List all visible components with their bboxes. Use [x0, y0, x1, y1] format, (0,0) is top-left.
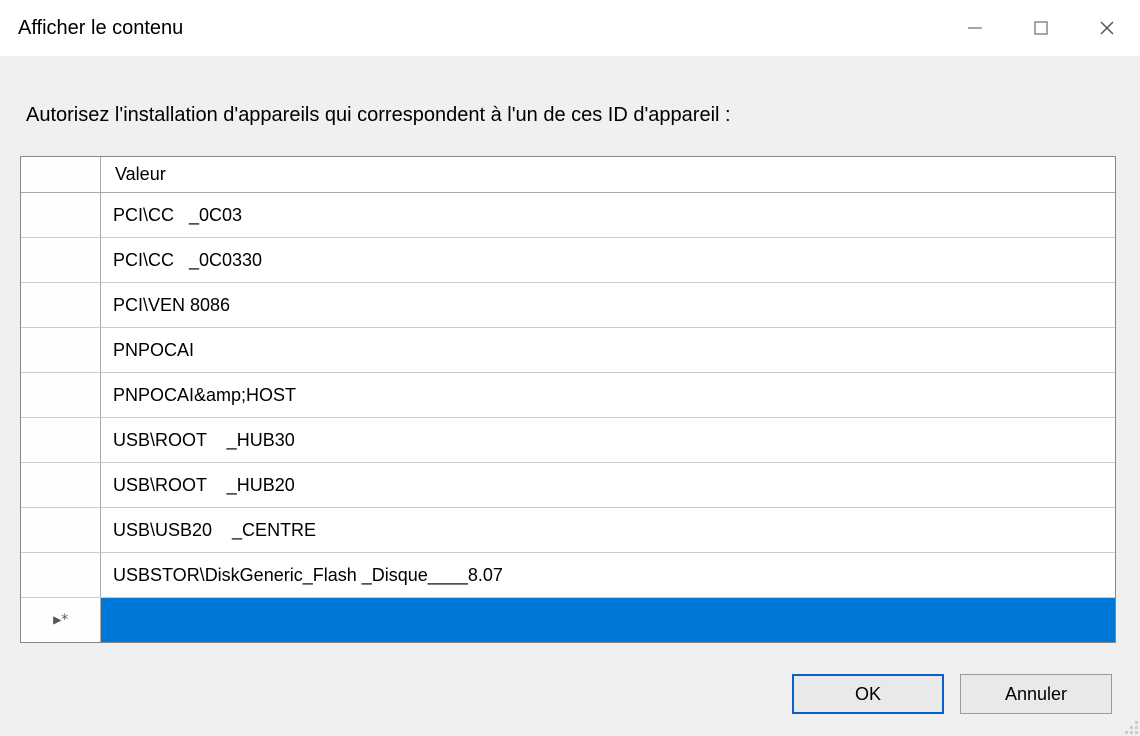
dialog-buttons: OK Annuler	[792, 674, 1112, 714]
row-header[interactable]	[21, 373, 101, 417]
titlebar: Afficher le contenu	[0, 0, 1140, 56]
column-header-value[interactable]: Valeur	[101, 157, 1115, 192]
instruction-text: Autorisez l'installation d'appareils qui…	[26, 104, 731, 127]
cancel-button[interactable]: Annuler	[960, 674, 1112, 714]
value-cell[interactable]: PNPOCAI	[101, 328, 1115, 372]
table-row[interactable]: USB\USB20 _CENTRE	[21, 508, 1115, 553]
grid-corner-cell[interactable]	[21, 157, 101, 192]
ok-button[interactable]: OK	[792, 674, 944, 714]
row-header[interactable]	[21, 328, 101, 372]
new-row-header[interactable]: ▶*	[21, 598, 101, 642]
new-row-input[interactable]	[101, 598, 1115, 642]
value-cell[interactable]: PCI\CC _0C0330	[101, 238, 1115, 282]
table-row[interactable]: PCI\VEN 8086	[21, 283, 1115, 328]
client-area: Autorisez l'installation d'appareils qui…	[0, 56, 1140, 736]
window-buttons	[942, 0, 1140, 56]
row-header[interactable]	[21, 553, 101, 597]
new-row[interactable]: ▶*	[21, 598, 1115, 642]
table-row[interactable]: PNPOCAI	[21, 328, 1115, 373]
close-button[interactable]	[1074, 0, 1140, 56]
table-row[interactable]: USB\ROOT _HUB20	[21, 463, 1115, 508]
value-cell[interactable]: USB\USB20 _CENTRE	[101, 508, 1115, 552]
value-cell[interactable]: USB\ROOT _HUB20	[101, 463, 1115, 507]
row-header[interactable]	[21, 193, 101, 237]
row-header[interactable]	[21, 508, 101, 552]
maximize-icon	[1032, 19, 1050, 37]
value-cell[interactable]: USB\ROOT _HUB30	[101, 418, 1115, 462]
table-row[interactable]: PCI\CC _0C0330	[21, 238, 1115, 283]
maximize-button[interactable]	[1008, 0, 1074, 56]
window-title: Afficher le contenu	[18, 17, 183, 40]
table-row[interactable]: PCI\CC _0C03	[21, 193, 1115, 238]
device-id-grid[interactable]: Valeur PCI\CC _0C03 PCI\CC _0C0330 PCI\V…	[20, 156, 1116, 643]
grid-header-row: Valeur	[21, 157, 1115, 193]
value-cell[interactable]: PCI\CC _0C03	[101, 193, 1115, 237]
value-cell[interactable]: PNPOCAI&amp;HOST	[101, 373, 1115, 417]
new-row-cell[interactable]	[101, 598, 1115, 642]
row-header[interactable]	[21, 283, 101, 327]
table-row[interactable]: USB\ROOT _HUB30	[21, 418, 1115, 463]
table-row[interactable]: PNPOCAI&amp;HOST	[21, 373, 1115, 418]
new-row-indicator-icon: ▶*	[53, 612, 68, 628]
minimize-button[interactable]	[942, 0, 1008, 56]
close-icon	[1097, 18, 1117, 38]
row-header[interactable]	[21, 418, 101, 462]
table-row[interactable]: USBSTOR\DiskGeneric_Flash _Disque____8.0…	[21, 553, 1115, 598]
value-cell[interactable]: PCI\VEN 8086	[101, 283, 1115, 327]
row-header[interactable]	[21, 238, 101, 282]
value-cell[interactable]: USBSTOR\DiskGeneric_Flash _Disque____8.0…	[101, 553, 1115, 597]
resize-grip[interactable]	[1120, 716, 1138, 734]
row-header[interactable]	[21, 463, 101, 507]
minimize-icon	[966, 19, 984, 37]
